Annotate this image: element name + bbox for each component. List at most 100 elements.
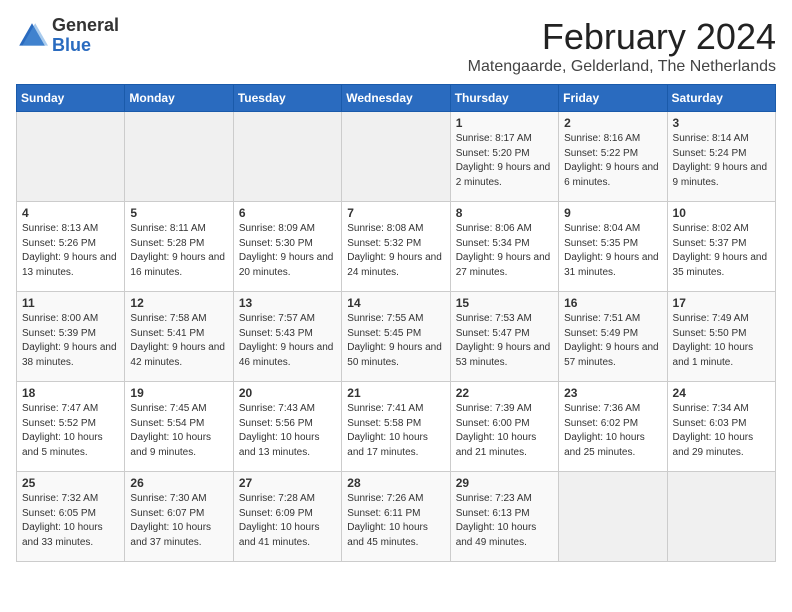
day-number: 15	[456, 296, 553, 310]
day-number: 20	[239, 386, 336, 400]
day-info: Sunrise: 8:09 AM Sunset: 5:30 PM Dayligh…	[239, 222, 336, 280]
day-number: 17	[673, 296, 770, 310]
calendar-cell: 17 Sunrise: 7:49 AM Sunset: 5:50 PM Dayli…	[667, 292, 775, 382]
day-info: Sunrise: 8:11 AM Sunset: 5:28 PM Dayligh…	[130, 222, 227, 280]
day-number: 22	[456, 386, 553, 400]
day-number: 8	[456, 206, 553, 220]
day-info: Sunrise: 7:47 AM Sunset: 5:52 PM Dayligh…	[22, 402, 119, 460]
calendar-cell: 15 Sunrise: 7:53 AM Sunset: 5:47 PM Dayli…	[450, 292, 558, 382]
logo: General Blue	[16, 16, 119, 56]
calendar-cell: 26 Sunrise: 7:30 AM Sunset: 6:07 PM Dayli…	[125, 472, 233, 562]
day-number: 16	[564, 296, 661, 310]
day-number: 5	[130, 206, 227, 220]
day-info: Sunrise: 7:53 AM Sunset: 5:47 PM Dayligh…	[456, 312, 553, 370]
calendar-cell: 27Sunrise: 7:28 AM Sunset: 6:09 PM Dayli…	[233, 472, 341, 562]
calendar-cell: 14 Sunrise: 7:55 AM Sunset: 5:45 PM Dayli…	[342, 292, 450, 382]
weekday-header: Thursday	[450, 85, 558, 112]
logo-text: General Blue	[52, 16, 119, 56]
day-info: Sunrise: 8:04 AM Sunset: 5:35 PM Dayligh…	[564, 222, 661, 280]
day-number: 25	[22, 476, 119, 490]
calendar-cell: 10 Sunrise: 8:02 AM Sunset: 5:37 PM Dayli…	[667, 202, 775, 292]
day-info: Sunrise: 7:28 AM Sunset: 6:09 PM Dayligh…	[239, 492, 336, 550]
day-number: 4	[22, 206, 119, 220]
calendar-cell: 24Sunrise: 7:34 AM Sunset: 6:03 PM Dayli…	[667, 382, 775, 472]
calendar-cell: 25 Sunrise: 7:32 AM Sunset: 6:05 PM Dayli…	[17, 472, 125, 562]
calendar-cell: 11Sunrise: 8:00 AM Sunset: 5:39 PM Dayli…	[17, 292, 125, 382]
day-number: 10	[673, 206, 770, 220]
calendar-cell	[125, 112, 233, 202]
calendar-cell	[667, 472, 775, 562]
day-number: 6	[239, 206, 336, 220]
calendar-cell: 20 Sunrise: 7:43 AM Sunset: 5:56 PM Dayli…	[233, 382, 341, 472]
day-number: 14	[347, 296, 444, 310]
weekday-header: Monday	[125, 85, 233, 112]
weekday-header: Saturday	[667, 85, 775, 112]
day-info: Sunrise: 7:30 AM Sunset: 6:07 PM Dayligh…	[130, 492, 227, 550]
day-info: Sunrise: 7:49 AM Sunset: 5:50 PM Dayligh…	[673, 312, 770, 370]
day-info: Sunrise: 7:23 AM Sunset: 6:13 PM Dayligh…	[456, 492, 553, 550]
calendar-cell: 23Sunrise: 7:36 AM Sunset: 6:02 PM Dayli…	[559, 382, 667, 472]
day-info: Sunrise: 7:41 AM Sunset: 5:58 PM Dayligh…	[347, 402, 444, 460]
day-number: 7	[347, 206, 444, 220]
calendar-cell	[17, 112, 125, 202]
calendar-cell	[342, 112, 450, 202]
calendar-cell: 3 Sunrise: 8:14 AM Sunset: 5:24 PM Daylig…	[667, 112, 775, 202]
day-info: Sunrise: 8:14 AM Sunset: 5:24 PM Dayligh…	[673, 132, 770, 190]
calendar-cell: 7 Sunrise: 8:08 AM Sunset: 5:32 PM Daylig…	[342, 202, 450, 292]
day-info: Sunrise: 7:45 AM Sunset: 5:54 PM Dayligh…	[130, 402, 227, 460]
day-number: 26	[130, 476, 227, 490]
calendar-cell: 22 Sunrise: 7:39 AM Sunset: 6:00 PM Dayli…	[450, 382, 558, 472]
day-info: Sunrise: 8:00 AM Sunset: 5:39 PM Dayligh…	[22, 312, 119, 370]
day-number: 3	[673, 116, 770, 130]
calendar-cell: 9 Sunrise: 8:04 AM Sunset: 5:35 PM Daylig…	[559, 202, 667, 292]
weekday-header: Sunday	[17, 85, 125, 112]
day-number: 1	[456, 116, 553, 130]
day-info: Sunrise: 7:32 AM Sunset: 6:05 PM Dayligh…	[22, 492, 119, 550]
calendar-week-row: 11Sunrise: 8:00 AM Sunset: 5:39 PM Dayli…	[17, 292, 776, 382]
day-number: 28	[347, 476, 444, 490]
location: Matengaarde, Gelderland, The Netherlands	[468, 58, 776, 76]
day-number: 29	[456, 476, 553, 490]
day-info: Sunrise: 7:51 AM Sunset: 5:49 PM Dayligh…	[564, 312, 661, 370]
calendar-cell: 29 Sunrise: 7:23 AM Sunset: 6:13 PM Dayli…	[450, 472, 558, 562]
header-row: SundayMondayTuesdayWednesdayThursdayFrid…	[17, 85, 776, 112]
page-header: General Blue February 2024 Matengaarde, …	[16, 16, 776, 76]
day-number: 18	[22, 386, 119, 400]
logo-icon	[16, 20, 48, 52]
day-info: Sunrise: 7:57 AM Sunset: 5:43 PM Dayligh…	[239, 312, 336, 370]
calendar-week-row: 18 Sunrise: 7:47 AM Sunset: 5:52 PM Dayli…	[17, 382, 776, 472]
calendar-cell: 16 Sunrise: 7:51 AM Sunset: 5:49 PM Dayli…	[559, 292, 667, 382]
day-number: 12	[130, 296, 227, 310]
calendar-cell: 18 Sunrise: 7:47 AM Sunset: 5:52 PM Dayli…	[17, 382, 125, 472]
calendar-week-row: 25 Sunrise: 7:32 AM Sunset: 6:05 PM Dayli…	[17, 472, 776, 562]
calendar-cell: 1Sunrise: 8:17 AM Sunset: 5:20 PM Daylig…	[450, 112, 558, 202]
day-info: Sunrise: 7:55 AM Sunset: 5:45 PM Dayligh…	[347, 312, 444, 370]
day-info: Sunrise: 8:02 AM Sunset: 5:37 PM Dayligh…	[673, 222, 770, 280]
day-number: 23	[564, 386, 661, 400]
day-number: 19	[130, 386, 227, 400]
month-title: February 2024	[468, 16, 776, 58]
weekday-header: Wednesday	[342, 85, 450, 112]
day-info: Sunrise: 8:08 AM Sunset: 5:32 PM Dayligh…	[347, 222, 444, 280]
calendar-cell: 13Sunrise: 7:57 AM Sunset: 5:43 PM Dayli…	[233, 292, 341, 382]
calendar-week-row: 4 Sunrise: 8:13 AM Sunset: 5:26 PM Daylig…	[17, 202, 776, 292]
calendar-cell: 5 Sunrise: 8:11 AM Sunset: 5:28 PM Daylig…	[125, 202, 233, 292]
calendar-cell	[559, 472, 667, 562]
calendar-week-row: 1Sunrise: 8:17 AM Sunset: 5:20 PM Daylig…	[17, 112, 776, 202]
day-info: Sunrise: 8:16 AM Sunset: 5:22 PM Dayligh…	[564, 132, 661, 190]
day-number: 9	[564, 206, 661, 220]
day-info: Sunrise: 7:34 AM Sunset: 6:03 PM Dayligh…	[673, 402, 770, 460]
day-info: Sunrise: 7:58 AM Sunset: 5:41 PM Dayligh…	[130, 312, 227, 370]
calendar-cell: 28 Sunrise: 7:26 AM Sunset: 6:11 PM Dayli…	[342, 472, 450, 562]
calendar-cell: 8 Sunrise: 8:06 AM Sunset: 5:34 PM Daylig…	[450, 202, 558, 292]
day-info: Sunrise: 7:26 AM Sunset: 6:11 PM Dayligh…	[347, 492, 444, 550]
day-info: Sunrise: 7:43 AM Sunset: 5:56 PM Dayligh…	[239, 402, 336, 460]
calendar-cell: 12 Sunrise: 7:58 AM Sunset: 5:41 PM Dayli…	[125, 292, 233, 382]
calendar-cell: 21Sunrise: 7:41 AM Sunset: 5:58 PM Dayli…	[342, 382, 450, 472]
weekday-header: Friday	[559, 85, 667, 112]
title-block: February 2024 Matengaarde, Gelderland, T…	[468, 16, 776, 76]
day-info: Sunrise: 7:39 AM Sunset: 6:00 PM Dayligh…	[456, 402, 553, 460]
day-info: Sunrise: 8:06 AM Sunset: 5:34 PM Dayligh…	[456, 222, 553, 280]
day-info: Sunrise: 8:13 AM Sunset: 5:26 PM Dayligh…	[22, 222, 119, 280]
logo-general: General	[52, 16, 119, 36]
